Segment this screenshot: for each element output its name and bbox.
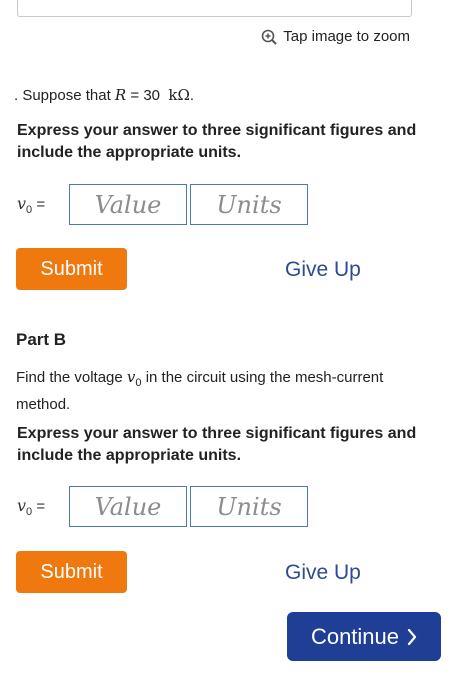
part-b-question-prefix: Find the voltage [16, 369, 123, 386]
part-a-instruction: Express your answer to three significant… [17, 122, 417, 161]
part-b-question-sub: 0 [135, 377, 142, 389]
part-a-variable-label: v0 = [17, 194, 69, 216]
given-value: 30 [143, 87, 161, 104]
part-b-variable-label: v0 = [17, 496, 69, 518]
tap-to-zoom[interactable]: Tap image to zoom [261, 28, 410, 45]
part-a-units-input[interactable]: Units [190, 184, 308, 225]
circuit-image-frame[interactable] [17, 0, 412, 17]
part-b-submit-button[interactable]: Submit [16, 551, 127, 593]
chevron-right-icon [407, 628, 417, 645]
part-b-equals: = [36, 497, 46, 515]
part-b-instruction: Express your answer to three significant… [17, 425, 417, 464]
zoom-in-icon [261, 29, 277, 45]
part-a-value-input[interactable]: Value [69, 184, 187, 225]
part-b-value-input[interactable]: Value [69, 486, 187, 527]
part-b-variable: v [17, 495, 27, 515]
part-b-giveup-link[interactable]: Give Up [285, 561, 361, 585]
continue-button[interactable]: Continue [287, 612, 441, 661]
continue-label: Continue [310, 623, 400, 649]
given-statement: . Suppose that R = 30 kΩ. [14, 86, 194, 104]
part-b-answer-row: v0 = Value Units [17, 486, 308, 527]
given-unit: kΩ [168, 86, 190, 104]
part-a-equals: = [36, 195, 46, 213]
zoom-label: Tap image to zoom [283, 28, 410, 45]
given-variable: R [114, 86, 127, 104]
part-a-variable: v [17, 193, 27, 213]
given-prefix: . Suppose that [14, 87, 111, 104]
part-b-units-input[interactable]: Units [190, 486, 308, 527]
part-a-giveup-link[interactable]: Give Up [285, 258, 361, 282]
part-b-question: Find the voltage v0 in the circuit using… [16, 367, 436, 415]
problem-page: Tap image to zoom . Suppose that R = 30 … [0, 0, 458, 700]
part-a-subscript: 0 [26, 203, 33, 216]
part-b-title: Part B [16, 330, 67, 349]
part-b-subscript: 0 [26, 505, 33, 518]
part-a-answer-row: v0 = Value Units [17, 184, 308, 225]
given-equals: = [130, 87, 140, 104]
part-a-submit-button[interactable]: Submit [16, 248, 127, 290]
given-suffix: . [189, 87, 195, 104]
